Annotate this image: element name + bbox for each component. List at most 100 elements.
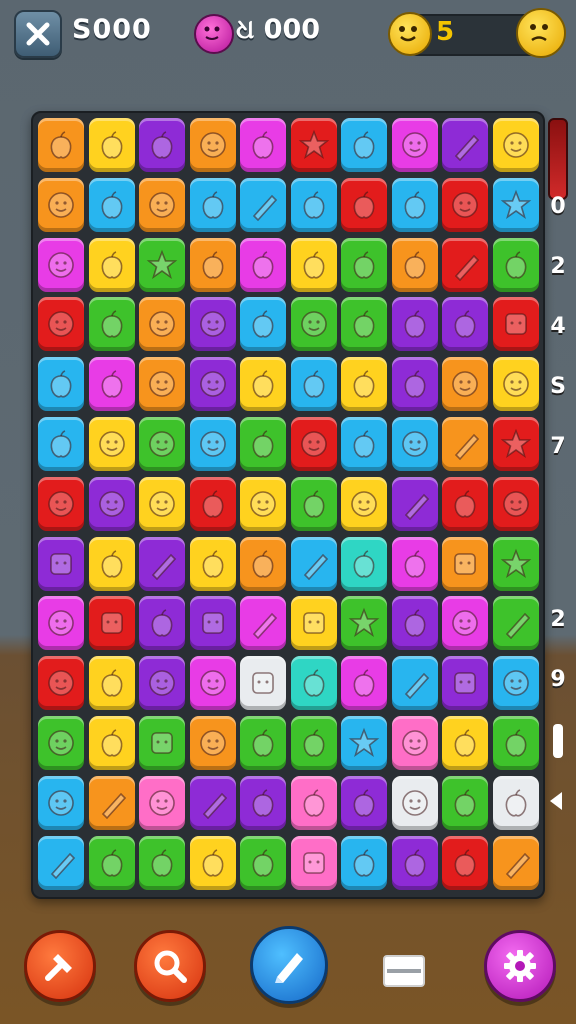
tile-red[interactable] — [290, 118, 337, 172]
tile-magenta[interactable] — [391, 536, 438, 591]
tile-magenta[interactable] — [240, 596, 286, 651]
tile-magenta[interactable] — [442, 596, 488, 651]
tile-yellow[interactable] — [88, 716, 135, 770]
tile-magenta[interactable] — [240, 118, 286, 172]
tile-yellow[interactable] — [88, 417, 135, 471]
tile-green[interactable] — [341, 596, 387, 651]
tile-purple[interactable] — [391, 476, 438, 531]
tile-blue[interactable] — [492, 656, 539, 711]
tile-green[interactable] — [139, 417, 185, 471]
tile-orange[interactable] — [189, 118, 236, 172]
tile-orange[interactable] — [442, 536, 488, 591]
tile-blue[interactable] — [189, 417, 236, 471]
tile-red[interactable] — [442, 177, 488, 232]
tile-red[interactable] — [38, 297, 84, 352]
tile-teal[interactable] — [290, 656, 337, 711]
tile-purple[interactable] — [139, 656, 185, 711]
tile-green[interactable] — [240, 417, 286, 471]
tile-red[interactable] — [38, 656, 84, 711]
tile-red[interactable] — [442, 835, 488, 890]
tile-purple[interactable] — [442, 297, 488, 352]
tile-orange[interactable] — [139, 357, 185, 412]
tile-blue[interactable] — [88, 177, 135, 232]
tile-red[interactable] — [290, 417, 337, 471]
tile-blue[interactable] — [341, 118, 387, 172]
tile-magenta[interactable] — [240, 237, 286, 292]
tile-yellow[interactable] — [442, 716, 488, 770]
tile-white[interactable] — [492, 775, 539, 830]
tile-white[interactable] — [240, 656, 286, 711]
tile-yellow[interactable] — [88, 237, 135, 292]
tile-purple[interactable] — [442, 118, 488, 172]
tile-purple[interactable] — [442, 656, 488, 711]
tile-orange[interactable] — [139, 297, 185, 352]
hammer-button[interactable] — [24, 930, 96, 1002]
pencil-button[interactable] — [250, 926, 328, 1004]
tile-purple[interactable] — [391, 297, 438, 352]
tile-magenta[interactable] — [341, 656, 387, 711]
tile-green[interactable] — [341, 297, 387, 352]
tile-green[interactable] — [240, 716, 286, 770]
tile-purple[interactable] — [341, 775, 387, 830]
tile-orange[interactable] — [88, 775, 135, 830]
tile-orange[interactable] — [189, 716, 236, 770]
sad-face-icon[interactable] — [516, 8, 566, 58]
tile-pink[interactable] — [391, 716, 438, 770]
tile-yellow[interactable] — [492, 357, 539, 412]
tile-green[interactable] — [88, 835, 135, 890]
tile-red[interactable] — [492, 417, 539, 471]
tile-blue[interactable] — [38, 417, 84, 471]
tile-yellow[interactable] — [290, 237, 337, 292]
tile-orange[interactable] — [38, 118, 84, 172]
tile-green[interactable] — [341, 237, 387, 292]
tile-orange[interactable] — [391, 237, 438, 292]
tile-blue[interactable] — [290, 357, 337, 412]
tile-green[interactable] — [290, 476, 337, 531]
tile-green[interactable] — [492, 536, 539, 591]
tile-purple[interactable] — [391, 835, 438, 890]
tile-red[interactable] — [189, 476, 236, 531]
tile-green[interactable] — [442, 775, 488, 830]
tile-blue[interactable] — [341, 835, 387, 890]
tile-yellow[interactable] — [88, 536, 135, 591]
tile-purple[interactable] — [88, 476, 135, 531]
tile-orange[interactable] — [492, 835, 539, 890]
tile-pink[interactable] — [290, 775, 337, 830]
tile-yellow[interactable] — [341, 476, 387, 531]
settings-button[interactable] — [484, 930, 556, 1002]
tile-magenta[interactable] — [88, 357, 135, 412]
tile-green[interactable] — [492, 237, 539, 292]
tile-orange[interactable] — [442, 417, 488, 471]
scroll-bar[interactable] — [553, 724, 563, 758]
tile-blue[interactable] — [391, 417, 438, 471]
tile-blue[interactable] — [38, 835, 84, 890]
search-button[interactable] — [134, 930, 206, 1002]
tile-green[interactable] — [492, 596, 539, 651]
tile-blue[interactable] — [189, 177, 236, 232]
tile-blue[interactable] — [391, 177, 438, 232]
tile-yellow[interactable] — [492, 118, 539, 172]
tile-blue[interactable] — [290, 536, 337, 591]
tile-purple[interactable] — [189, 775, 236, 830]
tile-magenta[interactable] — [391, 118, 438, 172]
tile-red[interactable] — [492, 297, 539, 352]
tile-white[interactable] — [391, 775, 438, 830]
tile-green[interactable] — [240, 835, 286, 890]
tile-teal[interactable] — [341, 536, 387, 591]
tile-green[interactable] — [139, 716, 185, 770]
tile-blue[interactable] — [38, 357, 84, 412]
tile-orange[interactable] — [189, 237, 236, 292]
tile-blue[interactable] — [341, 716, 387, 770]
tile-blue[interactable] — [240, 297, 286, 352]
tile-red[interactable] — [492, 476, 539, 531]
menu-button[interactable] — [383, 955, 425, 987]
tile-green[interactable] — [139, 237, 185, 292]
tile-orange[interactable] — [442, 357, 488, 412]
tile-purple[interactable] — [189, 357, 236, 412]
tile-red[interactable] — [88, 596, 135, 651]
tile-purple[interactable] — [189, 297, 236, 352]
tile-yellow[interactable] — [240, 476, 286, 531]
tile-blue[interactable] — [492, 177, 539, 232]
tile-pink[interactable] — [139, 775, 185, 830]
tile-orange[interactable] — [240, 536, 286, 591]
